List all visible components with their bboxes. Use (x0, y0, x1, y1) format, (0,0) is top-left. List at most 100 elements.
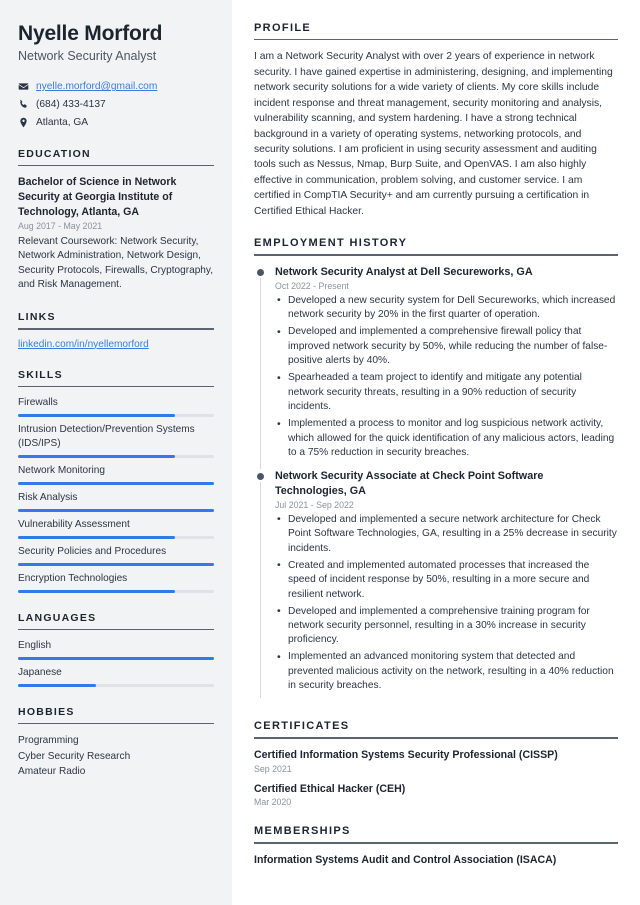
section-education: EDUCATION Bachelor of Science in Network… (18, 148, 214, 293)
certificate-name: Certified Ethical Hacker (CEH) (254, 782, 406, 795)
hobby-item: Amateur Radio (18, 765, 86, 777)
skills-heading: SKILLS (18, 368, 63, 381)
certificate-name: Certified Information Systems Security P… (254, 748, 558, 761)
skill-meter-fill (18, 454, 175, 458)
skill-meter-fill (18, 481, 214, 485)
divider (18, 628, 214, 630)
education-entry: Bachelor of Science in Network Security … (18, 175, 214, 292)
language-meter-fill (18, 656, 214, 660)
linkedin-link[interactable]: linkedin.com/in/nyellemorford (18, 339, 149, 350)
profile-heading: PROFILE (254, 22, 312, 34)
employment-bullet: Developed and implemented a comprehensiv… (275, 325, 618, 368)
skill-meter-track (18, 414, 214, 418)
certificate-date: Mar 2020 (254, 797, 292, 808)
skill-meter-fill (18, 508, 214, 512)
education-heading: EDUCATION (18, 147, 91, 160)
skill-meter-fill (18, 562, 214, 566)
section-links: LINKS linkedin.com/in/nyellemorford (18, 311, 214, 350)
resume-page: Nyelle Morford Network Security Analyst … (0, 0, 640, 905)
employment-date: Oct 2022 - Present (275, 280, 349, 291)
skill-label: Risk Analysis (18, 491, 78, 503)
education-date: Aug 2017 - May 2021 (18, 221, 103, 232)
location-pin-icon (18, 117, 29, 128)
skill-item: Risk Analysis (18, 491, 214, 512)
employment-title: Network Security Associate at Check Poin… (275, 469, 544, 497)
contact-phone: (684) 433-4137 (18, 98, 214, 111)
skill-label: Vulnerability Assessment (18, 518, 130, 530)
languages-list: English Japanese (18, 639, 214, 687)
language-meter-track (18, 656, 214, 660)
certificate-date: Sep 2021 (254, 763, 292, 774)
language-meter-track (18, 683, 214, 687)
employment-bullet: Spearheaded a team project to identify a… (275, 371, 618, 414)
employment-bullet: Developed and implemented a secure netwo… (275, 512, 618, 556)
contact-email-text: nyelle.morford@gmail.com (36, 81, 158, 93)
language-item: English (18, 639, 214, 660)
section-profile: PROFILE I am a Network Security Analyst … (254, 22, 618, 219)
employment-entry: Network Security Analyst at Dell Securew… (254, 265, 618, 470)
membership-name: Information Systems Audit and Control As… (254, 853, 557, 866)
section-skills: SKILLS Firewalls Intrusion Detection/Prev… (18, 369, 214, 593)
contact-phone-text: (684) 433-4137 (36, 98, 106, 110)
divider (18, 328, 214, 330)
contact-email[interactable]: nyelle.morford@gmail.com (18, 80, 214, 93)
employment-bullet: Developed and implemented a comprehensiv… (275, 604, 618, 648)
employment-bullets: Developed and implemented a secure netwo… (275, 512, 618, 694)
skill-item: Vulnerability Assessment (18, 518, 214, 539)
language-meter-fill (18, 683, 97, 687)
skill-meter-fill (18, 414, 175, 418)
phone-icon (18, 99, 29, 110)
candidate-name: Nyelle Morford (18, 22, 163, 45)
hobby-item: Cyber Security Research (18, 750, 131, 762)
skill-label: Security Policies and Procedures (18, 545, 167, 557)
certificates-heading: CERTIFICATES (254, 720, 350, 733)
section-languages: LANGUAGES English Japanese (18, 612, 214, 687)
employment-bullet: Created and implemented automated proces… (275, 558, 618, 602)
certificate-entry: Certified Information Systems Security P… (254, 748, 618, 774)
language-item: Japanese (18, 666, 214, 687)
skill-label: Intrusion Detection/Prevention Systems (… (18, 424, 195, 450)
envelope-icon (18, 81, 29, 92)
skill-item: Intrusion Detection/Prevention Systems (… (18, 423, 214, 458)
hobby-item: Programming (18, 735, 79, 747)
link-item[interactable]: linkedin.com/in/nyellemorford (18, 339, 214, 350)
contact-location-text: Atlanta, GA (36, 116, 89, 128)
skill-label: Network Monitoring (18, 464, 105, 476)
sidebar: Nyelle Morford Network Security Analyst … (0, 0, 232, 905)
language-label: Japanese (18, 666, 62, 678)
certificate-entry: Certified Ethical Hacker (CEH) Mar 2020 (254, 782, 618, 808)
skill-meter-track (18, 454, 214, 458)
memberships-list: Information Systems Audit and Control As… (254, 853, 618, 867)
section-hobbies: HOBBIES Programming Cyber Security Resear… (18, 706, 214, 779)
skill-item: Encryption Technologies (18, 572, 214, 593)
skill-meter-track (18, 562, 214, 566)
skill-item: Security Policies and Procedures (18, 545, 214, 566)
skill-label: Firewalls (18, 397, 58, 409)
divider (254, 39, 618, 41)
hobbies-list: Programming Cyber Security Research Amateu… (18, 733, 214, 779)
links-heading: LINKS (18, 311, 56, 324)
employment-bullets: Developed a new security system for Dell… (275, 293, 618, 461)
skill-meter-track (18, 589, 214, 593)
employment-bullet: Implemented a process to monitor and log… (275, 417, 618, 460)
main-content: PROFILE I am a Network Security Analyst … (232, 0, 640, 905)
section-certificates: CERTIFICATES Certified Information Syste… (254, 720, 618, 807)
memberships-heading: MEMBERSHIPS (254, 825, 351, 838)
skill-meter-fill (18, 589, 175, 593)
contact-location: Atlanta, GA (18, 116, 214, 129)
employment-date: Jul 2021 - Sep 2022 (275, 499, 354, 510)
skill-meter-track (18, 481, 214, 485)
employment-bullet: Implemented an advanced monitoring syste… (275, 650, 618, 693)
section-employment: EMPLOYMENT HISTORY Network Security Anal… (254, 237, 618, 702)
divider (254, 254, 618, 256)
jobs-list: Network Security Analyst at Dell Securew… (254, 265, 618, 703)
education-degree: Bachelor of Science in Network Security … (18, 176, 177, 218)
skills-list: Firewalls Intrusion Detection/Prevention … (18, 396, 214, 593)
skill-item: Network Monitoring (18, 464, 214, 485)
skill-meter-fill (18, 535, 175, 539)
language-label: English (18, 639, 52, 651)
skill-item: Firewalls (18, 396, 214, 418)
certificates-list: Certified Information Systems Security P… (254, 748, 618, 808)
divider (18, 164, 214, 167)
divider (18, 722, 214, 725)
